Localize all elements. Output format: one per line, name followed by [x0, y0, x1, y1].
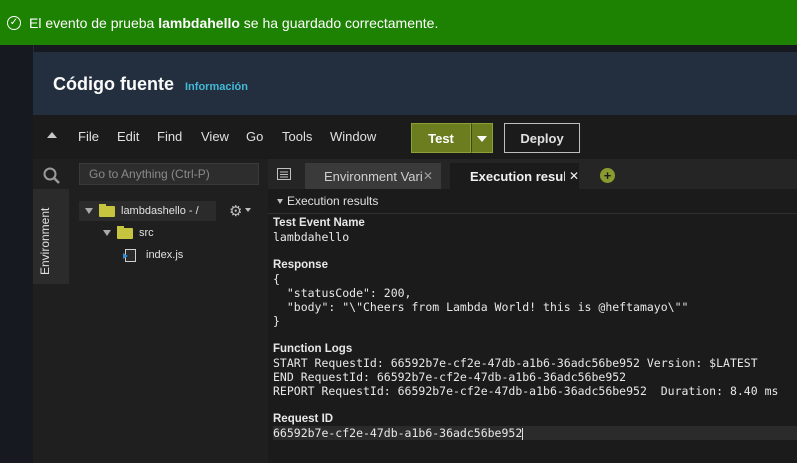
test-event-value: lambdahello — [273, 230, 350, 244]
search-icon[interactable] — [43, 167, 61, 185]
left-rail — [0, 45, 34, 463]
file-icon — [123, 248, 136, 262]
side-tabs: Environment — [33, 159, 69, 463]
caret-up-icon[interactable] — [47, 132, 57, 138]
test-button[interactable]: Test — [411, 123, 471, 153]
go-to-anything-input[interactable]: Go to Anything (Ctrl-P) — [79, 163, 259, 185]
check-circle-icon: ✓ — [7, 15, 21, 30]
editor-tabbar: Environment Vari✕ Execution results✕ + — [268, 159, 797, 189]
tree-root-folder[interactable]: lambdashello - / — [79, 201, 216, 221]
banner-event-name: lambdahello — [158, 14, 240, 31]
environment-tab[interactable]: Environment — [33, 189, 69, 284]
close-icon[interactable]: ✕ — [423, 169, 433, 183]
tree-folder-label: src — [139, 227, 154, 239]
text-cursor — [522, 427, 524, 440]
collapse-triangle-icon[interactable] — [277, 198, 283, 204]
request-id-value: 66592b7e-cf2e-47db-a1b6-36adc56be952 — [273, 426, 523, 440]
close-icon[interactable]: ✕ — [569, 169, 579, 183]
test-dropdown-button[interactable] — [471, 123, 493, 153]
tree-file-index[interactable]: index.js — [123, 245, 184, 265]
banner-prefix: El evento de prueba — [29, 14, 159, 31]
menu-view[interactable]: View — [201, 129, 229, 144]
tree-file-label: index.js — [146, 249, 184, 261]
response-line: "statusCode": 200, — [273, 286, 412, 300]
menu-window[interactable]: Window — [330, 129, 376, 144]
execution-results: Test Event Name lambdahello Response { "… — [273, 216, 797, 440]
function-logs-title: Function Logs — [273, 343, 353, 355]
environment-tab-label: Environment — [38, 207, 52, 275]
ide-menubar: File Edit Find View Go Tools Window Test… — [33, 115, 797, 159]
tree-root-label: lambdashello - / — [121, 205, 199, 217]
tab-environment-vars[interactable]: Environment Vari ✕ — [305, 163, 441, 189]
results-header-label: Execution results — [287, 194, 379, 208]
panel-header: Código fuente Información — [33, 52, 797, 115]
folder-icon — [117, 225, 133, 239]
log-line: END RequestId: 66592b7e-cf2e-47db-a1b6-3… — [273, 370, 627, 384]
tree-folder-src[interactable]: src — [97, 223, 154, 243]
banner-suffix: se ha guardado correctamente. — [239, 14, 439, 31]
response-line: "body": "\"Cheers from Lambda World! thi… — [273, 300, 689, 314]
log-line: REPORT RequestId: 66592b7e-cf2e-47db-a1b… — [273, 384, 779, 398]
file-tree: Go to Anything (Ctrl-P) lambdashello - /… — [69, 159, 269, 463]
menu-go[interactable]: Go — [246, 129, 263, 144]
deploy-button[interactable]: Deploy — [504, 123, 580, 153]
menu-file[interactable]: File — [78, 129, 99, 144]
code-source-panel: Código fuente Información File Edit Find… — [33, 52, 797, 463]
info-link[interactable]: Información — [185, 81, 248, 93]
results-section-header[interactable]: Execution results — [268, 189, 797, 214]
plus-circle-icon[interactable]: + — [600, 168, 615, 183]
tab-label: Environment Vari — [324, 168, 422, 184]
expand-triangle-icon[interactable] — [103, 230, 111, 236]
menu-tools[interactable]: Tools — [282, 129, 312, 144]
page-title: Código fuente — [53, 74, 174, 94]
tab-list-icon[interactable] — [277, 168, 291, 180]
test-event-title: Test Event Name — [273, 217, 365, 229]
request-id-title: Request ID — [273, 413, 334, 425]
response-line: } — [273, 314, 280, 328]
response-line: { — [273, 272, 280, 286]
menu-find[interactable]: Find — [157, 129, 182, 144]
tab-execution-results[interactable]: Execution results ✕ — [450, 163, 579, 189]
expand-triangle-icon[interactable] — [85, 208, 93, 214]
chevron-down-icon[interactable] — [245, 208, 251, 212]
menu-edit[interactable]: Edit — [117, 129, 139, 144]
response-title: Response — [273, 259, 328, 271]
editor-pane: Environment Vari✕ Execution results✕ + E… — [268, 159, 797, 463]
tab-label: Execution results — [470, 168, 565, 184]
banner-text: El evento de prueba lambdahello se ha gu… — [29, 15, 438, 31]
folder-icon — [99, 203, 115, 217]
success-banner: ✓ El evento de prueba lambdahello se ha … — [0, 0, 797, 45]
log-line: START RequestId: 66592b7e-cf2e-47db-a1b6… — [273, 356, 758, 370]
gear-icon[interactable]: ⚙ — [229, 202, 242, 220]
request-id-line[interactable]: 66592b7e-cf2e-47db-a1b6-36adc56be952 — [273, 426, 797, 440]
